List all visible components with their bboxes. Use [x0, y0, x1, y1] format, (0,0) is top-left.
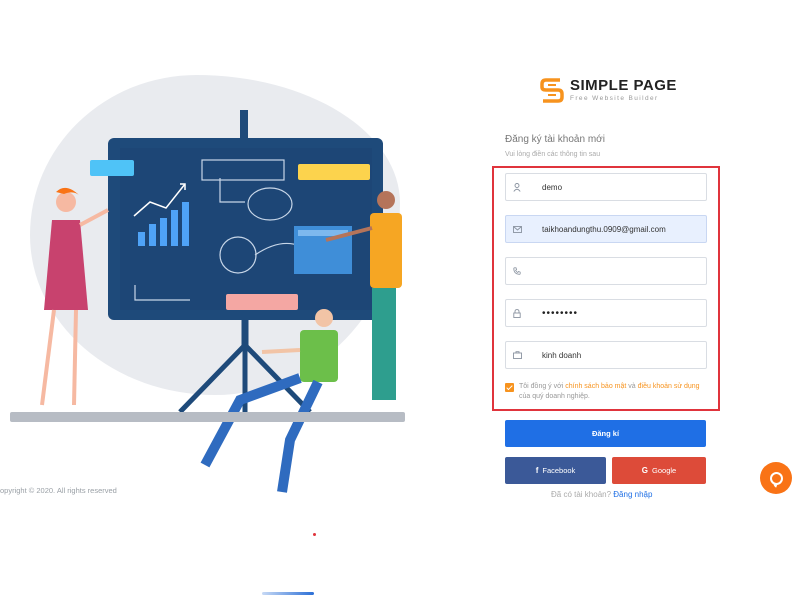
woman-dress	[44, 220, 88, 310]
man-sitting-head	[315, 309, 333, 327]
password-field[interactable]	[505, 299, 707, 327]
phone-input[interactable]	[528, 266, 698, 276]
facebook-label: Facebook	[542, 466, 576, 475]
lock-icon	[506, 300, 528, 326]
highlight-box	[492, 166, 720, 411]
man-right-head	[377, 191, 395, 209]
floor-line	[10, 412, 405, 422]
form-title: Đăng ký tài khoản mới	[505, 134, 605, 145]
man-sitting-shirt	[300, 330, 338, 382]
facebook-button[interactable]: f Facebook	[505, 457, 606, 484]
google-icon: G	[641, 466, 649, 475]
privacy-policy-link[interactable]: chính sách bảo mật	[565, 383, 626, 390]
terms-agreement: Tôi đồng ý với chính sách bảo mật và điề…	[505, 382, 705, 402]
business-input[interactable]	[528, 350, 698, 360]
logo-mark-icon	[540, 78, 564, 103]
terms-suffix: của quý doanh nghiệp.	[519, 393, 590, 400]
note-cyan	[90, 160, 134, 176]
google-label: Google	[652, 466, 677, 475]
terms-prefix: Tôi đồng ý với	[519, 383, 564, 390]
user-icon	[506, 174, 528, 200]
username-field[interactable]	[505, 173, 707, 201]
phone-icon	[506, 258, 528, 284]
have-account-text: Đã có tài khoản?	[551, 490, 612, 499]
woman-head	[56, 192, 76, 212]
login-link[interactable]: Đăng nhập	[613, 490, 652, 499]
username-input[interactable]	[528, 182, 698, 192]
form-subtitle: Vui lòng điền các thông tin sau	[505, 151, 601, 158]
copyright-text: opyright © 2020. All rights reserved	[0, 486, 117, 495]
brand-logo[interactable]: SIMPLE PAGE Free Website Builder	[540, 76, 677, 104]
note-pink	[226, 294, 298, 310]
email-field[interactable]	[505, 215, 707, 243]
terms-text: Tôi đồng ý với chính sách bảo mật và điề…	[519, 382, 705, 402]
password-input[interactable]	[528, 307, 698, 319]
chat-widget-button[interactable]	[760, 462, 792, 494]
brand-tagline: Free Website Builder	[570, 94, 659, 102]
terms-checkbox[interactable]	[505, 383, 514, 392]
google-button[interactable]: G Google	[612, 457, 706, 484]
login-prompt: Đã có tài khoản? Đăng nhập	[551, 490, 652, 499]
register-label: Đăng kí	[591, 429, 620, 438]
decorative-stroke	[262, 592, 314, 595]
email-input[interactable]	[528, 224, 698, 234]
man-right-shirt	[370, 213, 402, 288]
register-button[interactable]: Đăng kí	[505, 420, 706, 447]
decorative-dot	[313, 533, 316, 536]
hero-illustration	[0, 60, 420, 510]
terms-of-use-link[interactable]: điều khoản sử dụng	[638, 383, 700, 390]
business-field[interactable]	[505, 341, 707, 369]
presentation-scene	[40, 110, 402, 493]
chat-bubble-icon	[769, 471, 783, 485]
envelope-icon	[506, 216, 528, 242]
facebook-icon: f	[535, 466, 539, 475]
phone-field[interactable]	[505, 257, 707, 285]
terms-and: và	[628, 383, 636, 390]
note-yellow	[298, 164, 370, 180]
briefcase-icon	[506, 342, 528, 368]
brand-name: SIMPLE PAGE	[570, 76, 677, 94]
